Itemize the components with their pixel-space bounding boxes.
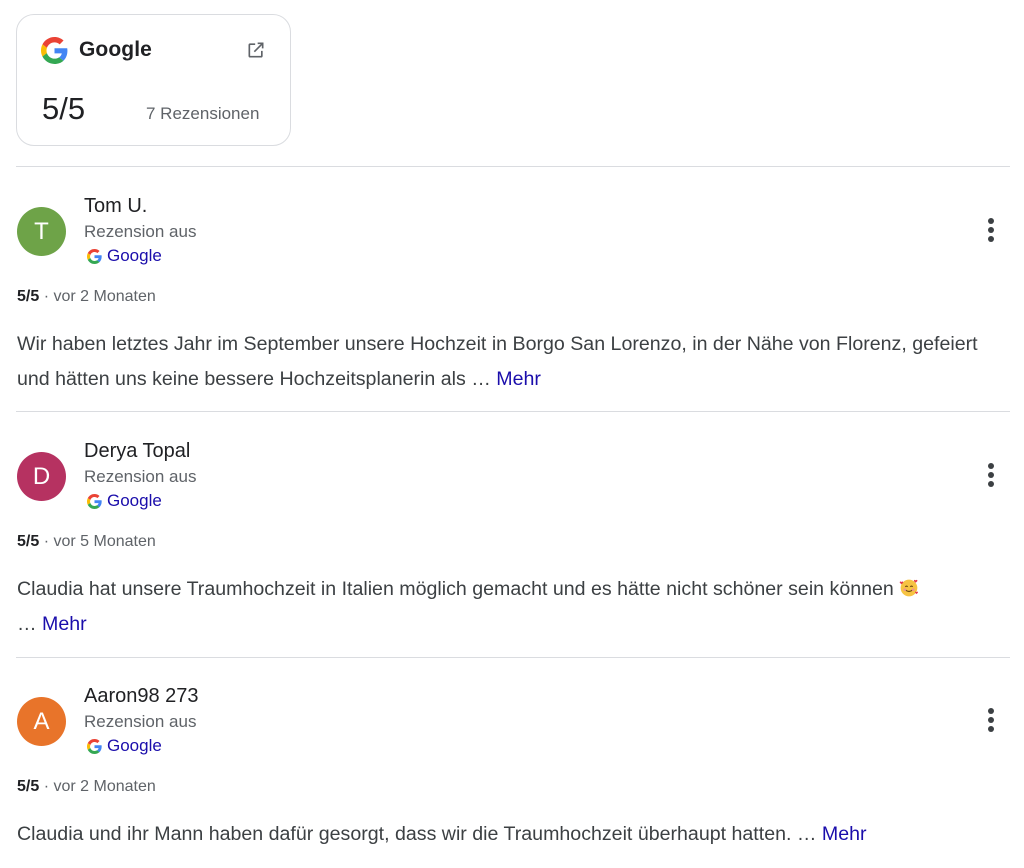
review-source-label: Rezension aus — [84, 222, 197, 241]
more-options-icon[interactable] — [978, 215, 1004, 245]
review-rating: 5/5 — [17, 533, 40, 550]
reviewer-name[interactable]: Derya Topal — [84, 440, 190, 463]
google-logo-icon — [41, 37, 68, 64]
reviews-page: Google 5/5 7 Rezensionen T Tom U. Rezens… — [0, 0, 1024, 868]
review-source-label: Rezension aus — [84, 467, 197, 486]
avatar[interactable]: D — [17, 452, 66, 501]
review-text: Claudia hat unsere Traumhochzeit in Ital… — [17, 572, 1009, 642]
review-meta: 5/5 · vor 2 Monaten — [17, 288, 156, 306]
more-link[interactable]: Mehr — [822, 823, 867, 845]
google-logo-icon — [87, 493, 102, 509]
source-name: Google — [79, 38, 152, 61]
review-rating: 5/5 — [17, 778, 40, 795]
review-text: Claudia und ihr Mann haben dafür gesorgt… — [17, 817, 1009, 852]
avatar[interactable]: A — [17, 697, 66, 746]
open-in-new-icon[interactable] — [246, 40, 266, 60]
more-options-icon[interactable] — [978, 705, 1004, 735]
more-link[interactable]: Mehr — [496, 368, 541, 390]
reviewer-name[interactable]: Aaron98 273 — [84, 685, 199, 708]
review-source-name: Google — [107, 736, 162, 755]
review-meta: 5/5 · vor 5 Monaten — [17, 533, 156, 551]
smiling-face-with-hearts-icon — [899, 579, 919, 597]
google-logo-icon — [87, 248, 102, 264]
reviewer-name[interactable]: Tom U. — [84, 195, 147, 218]
review-source-link[interactable]: Google — [87, 736, 162, 756]
review-body: Claudia hat unsere Traumhochzeit in Ital… — [17, 578, 894, 600]
review-source-label: Rezension aus — [84, 712, 197, 731]
divider — [16, 411, 1010, 412]
google-logo-icon — [87, 738, 102, 754]
review-source-link[interactable]: Google — [87, 246, 162, 266]
review-count[interactable]: 7 Rezensionen — [146, 104, 259, 124]
review-ellipsis: … — [17, 613, 37, 635]
google-source-card[interactable]: Google 5/5 7 Rezensionen — [16, 14, 291, 146]
more-link[interactable]: Mehr — [42, 613, 87, 635]
review-time: · vor 2 Monaten — [43, 288, 156, 305]
review-text: Wir haben letztes Jahr im September unse… — [17, 327, 1009, 397]
review-time: · vor 2 Monaten — [43, 778, 156, 795]
divider — [16, 657, 1010, 658]
overall-rating: 5/5 — [42, 91, 86, 126]
review-source-name: Google — [107, 246, 162, 265]
review-body: Claudia und ihr Mann haben dafür gesorgt… — [17, 823, 817, 845]
more-options-icon[interactable] — [978, 460, 1004, 490]
divider — [16, 166, 1010, 167]
avatar[interactable]: T — [17, 207, 66, 256]
review-meta: 5/5 · vor 2 Monaten — [17, 778, 156, 796]
review-source-name: Google — [107, 491, 162, 510]
review-time: · vor 5 Monaten — [43, 533, 156, 550]
review-source-link[interactable]: Google — [87, 491, 162, 511]
review-rating: 5/5 — [17, 288, 40, 305]
